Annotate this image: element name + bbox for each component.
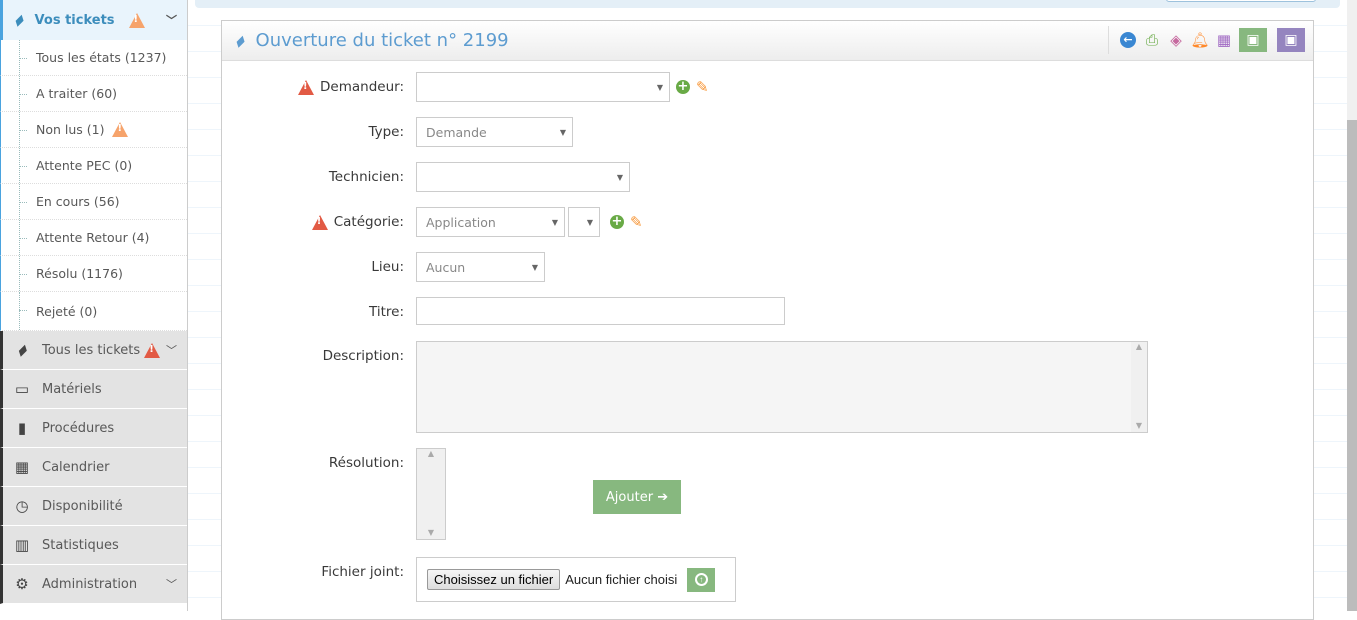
top-search-input[interactable] — [1166, 0, 1316, 2]
arrow-right-icon: ➔ — [657, 489, 669, 505]
clock-icon: ◷ — [15, 497, 29, 515]
lieu-select[interactable]: Aucun — [416, 252, 545, 282]
bell-icon[interactable]: 🔔︎ — [1190, 31, 1209, 49]
type-select[interactable]: Demande — [416, 117, 573, 147]
save-button[interactable]: ▣ — [1239, 28, 1267, 52]
sidebar-item-calendrier[interactable]: ▦ Calendrier — [0, 448, 187, 487]
sidebar-subitem-non-lus[interactable]: Non lus (1) — [0, 112, 187, 148]
book-icon: ▮ — [17, 419, 27, 437]
sidebar-subitem-attente-retour[interactable]: Attente Retour (4) — [0, 220, 187, 256]
sidebar-subitem-attente-pec[interactable]: Attente PEC (0) — [0, 148, 187, 184]
sidebar-item-materiels[interactable]: ▭ Matériels — [0, 370, 187, 409]
ticket-icon: ▰ — [8, 9, 30, 31]
page-scrollbar[interactable] — [1347, 0, 1357, 611]
page-title: Ouverture du ticket n° 2199 — [255, 30, 509, 51]
sidebar-item-administration[interactable]: ⚙ Administration ﹀ — [0, 565, 187, 604]
sidebar-subitem-tous-etats[interactable]: Tous les états (1237) — [0, 40, 187, 76]
categorie-select[interactable]: Application — [416, 207, 565, 237]
ticket-icon: ▰ — [229, 30, 251, 51]
ticket-panel: ▰ Ouverture du ticket n° 2199 ← ⎙ ◈ 🔔︎ ▦… — [221, 20, 1314, 620]
sous-categorie-select[interactable] — [568, 207, 600, 237]
panel-header: ▰ Ouverture du ticket n° 2199 ← ⎙ ◈ 🔔︎ ▦… — [222, 21, 1313, 61]
demandeur-row: Demandeur: +✎ — [222, 72, 709, 102]
pencil-icon[interactable]: ✎ — [630, 213, 643, 231]
type-row: Type: Demande — [222, 117, 573, 147]
description-textarea[interactable]: ▲ ▼ — [416, 341, 1148, 433]
warning-icon — [128, 12, 145, 28]
add-icon[interactable]: + — [676, 80, 690, 94]
sidebar-subitem-resolu[interactable]: Résolu (1176) — [0, 256, 187, 292]
sidebar-item-procedures[interactable]: ▮ Procédures — [0, 409, 187, 448]
scrollbar-thumb[interactable] — [1347, 120, 1357, 611]
demandeur-select[interactable] — [416, 72, 670, 102]
sidebar-subitem-en-cours[interactable]: En cours (56) — [0, 184, 187, 220]
upload-button[interactable]: ↑ — [687, 567, 716, 592]
desktop-icon: ▭ — [14, 380, 30, 398]
sidebar-item-statistiques[interactable]: ▥ Statistiques — [0, 526, 187, 565]
bar-chart-icon: ▥ — [14, 536, 30, 554]
toolbar: ← ⎙ ◈ 🔔︎ ▦ ▣ ▣ — [1108, 26, 1305, 54]
choose-file-button[interactable]: Choisissez un fichier — [427, 569, 561, 590]
tags-icon[interactable]: ◈ — [1167, 31, 1185, 49]
resolution-row: Résolution: ▲ ▼ Ajouter ➔ — [222, 448, 681, 540]
cogs-icon: ⚙ — [15, 575, 29, 593]
chevron-down-icon[interactable]: ﹀ — [166, 342, 177, 358]
categorie-row: Catégorie: Application +✎ — [222, 207, 643, 237]
calendar-icon: ▦ — [14, 458, 30, 476]
description-row: Description: ▲ ▼ — [222, 341, 1148, 433]
warning-icon — [298, 79, 315, 95]
sidebar: ▰ Vos tickets ﹀ Tous les états (1237) A … — [0, 0, 188, 611]
ticket-icon: ▰ — [11, 339, 33, 361]
save-close-icon: ▣ — [1284, 32, 1298, 48]
file-field: Choisissez un fichier Aucun fichier choi… — [416, 557, 736, 602]
chevron-down-icon[interactable]: ﹀ — [166, 12, 177, 28]
add-icon[interactable]: + — [610, 215, 624, 229]
sidebar-item-disponibilite[interactable]: ◷ Disponibilité — [0, 487, 187, 526]
scrollbar[interactable]: ▲ ▼ — [417, 449, 445, 539]
titre-input[interactable] — [416, 297, 785, 325]
pencil-icon[interactable]: ✎ — [696, 78, 709, 96]
warning-icon — [144, 342, 161, 358]
scrollbar[interactable]: ▲ ▼ — [1131, 342, 1147, 432]
technicien-select[interactable] — [416, 162, 630, 192]
warning-icon — [112, 122, 129, 137]
sidebar-subitem-rejete[interactable]: Rejeté (0) — [0, 292, 187, 331]
chevron-down-icon[interactable]: ﹀ — [166, 576, 177, 592]
upload-icon: ↑ — [694, 573, 708, 586]
print-icon[interactable]: ⎙ — [1143, 31, 1161, 49]
fichier-row: Fichier joint: Choisissez un fichier Auc… — [222, 557, 736, 602]
calendar-icon[interactable]: ▦ — [1215, 31, 1233, 49]
save-icon: ▣ — [1246, 32, 1260, 48]
warning-icon — [311, 214, 328, 230]
titre-row: Titre: — [222, 297, 785, 325]
back-icon[interactable]: ← — [1119, 31, 1137, 49]
sidebar-item-tous-tickets[interactable]: ▰Tous les tickets ﹀ — [0, 331, 187, 370]
lieu-row: Lieu: Aucun — [222, 252, 545, 282]
sidebar-item-vos-tickets[interactable]: ▰ Vos tickets ﹀ — [0, 0, 187, 40]
resolution-list[interactable]: ▲ ▼ — [416, 448, 446, 540]
technicien-row: Technicien: — [222, 162, 630, 192]
ajouter-button[interactable]: Ajouter ➔ — [593, 480, 681, 514]
sidebar-subitem-a-traiter[interactable]: A traiter (60) — [0, 76, 187, 112]
save-close-button[interactable]: ▣ — [1277, 28, 1305, 52]
